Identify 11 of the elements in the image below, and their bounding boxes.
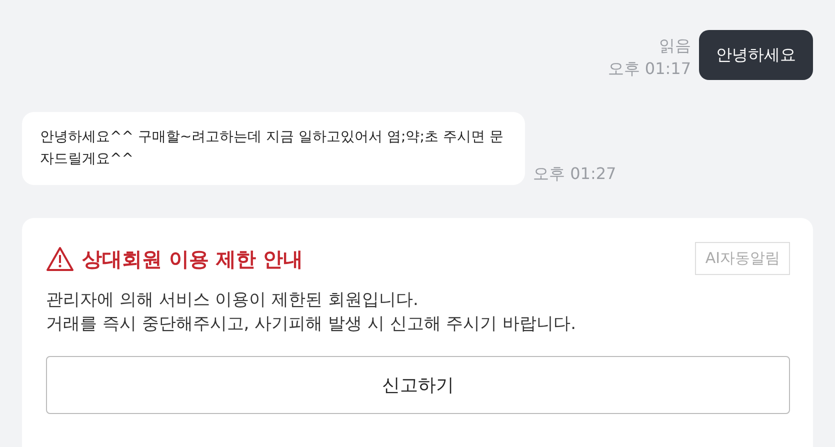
warning-icon [46, 246, 74, 272]
report-button[interactable]: 신고하기 [46, 356, 790, 414]
message-time: 오후 01:27 [533, 162, 616, 185]
read-status: 읽음 [658, 35, 691, 58]
message-time: 오후 01:17 [608, 58, 691, 80]
message-bubble: 안녕하세요^^ 구매할~려고하는데 지금 일하고있어서 염;약;초 주시면 문자드릴게요^^ [22, 112, 525, 186]
notice-title: 상대회원 이용 제한 안내 [82, 246, 303, 273]
auto-notice-tag: AI자동알림 [695, 242, 790, 275]
notice-text: 거래를 즉시 중단해주시고, 사기피해 발생 시 신고해 주시기 바랍니다. [46, 312, 578, 336]
notice-text: 관리자에 의해 서비스 이용이 제한된 회원입니다. [46, 288, 420, 312]
message-bubble: 안녕하세요 [699, 30, 813, 80]
